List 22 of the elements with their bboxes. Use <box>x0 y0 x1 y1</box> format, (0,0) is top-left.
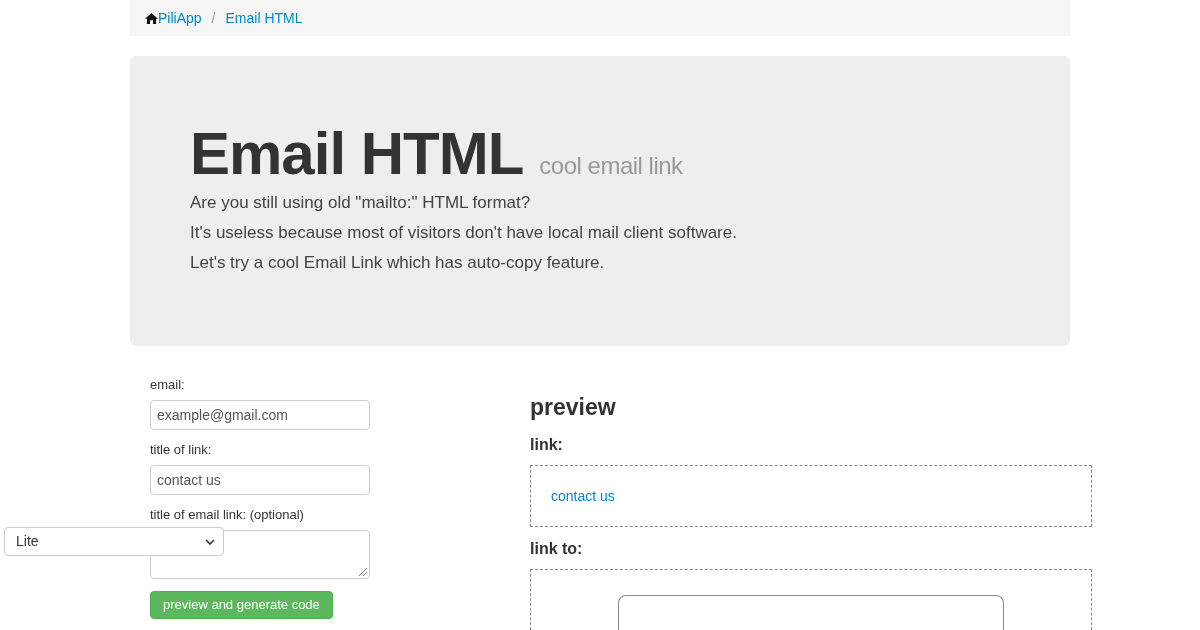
intro-text: Are you still using old "mailto:" HTML format? <box>190 192 531 214</box>
email-link[interactable]: contact us <box>551 485 615 507</box>
preview-button[interactable]: preview and generate code <box>150 591 333 619</box>
resize-grip-icon[interactable] <box>359 568 367 576</box>
page-subtitle: cool email link <box>539 151 683 181</box>
field-label: title of link: <box>150 441 212 459</box>
theme-dropdown-menu[interactable]: Lite <box>4 527 224 556</box>
breadcrumb-link[interactable]: Email HTML <box>225 7 303 29</box>
field-label: title of email link: (optional) <box>150 506 304 524</box>
intro-text: Let's try a cool Email Link which has auto-copy feature. <box>190 252 605 274</box>
breadcrumb-separator: / <box>210 8 217 28</box>
section-heading: preview <box>530 393 616 421</box>
field-label: email: <box>150 376 185 394</box>
text-input[interactable]: example@gmail.com <box>150 400 370 430</box>
text-input[interactable]: contact us <box>150 465 370 495</box>
section-heading: link: <box>530 435 563 455</box>
home-icon <box>145 12 158 24</box>
chevron-down-icon <box>205 538 215 545</box>
page-title: Email HTML <box>190 124 524 184</box>
breadcrumb-link[interactable]: PiliApp <box>158 7 202 29</box>
intro-text: It's useless because most of visitors don't have local mail client software. <box>190 222 737 244</box>
section-heading: link to: <box>530 539 583 559</box>
